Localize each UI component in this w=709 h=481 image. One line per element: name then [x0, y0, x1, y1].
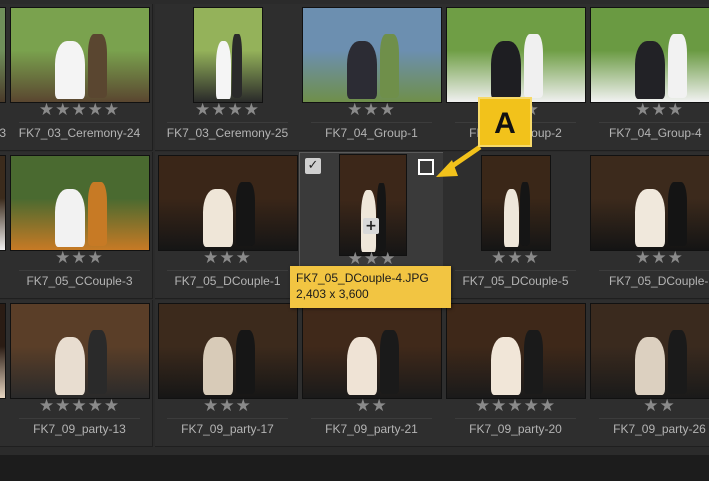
callout-arrow	[436, 144, 482, 177]
bottom-bar	[0, 455, 709, 481]
callout-label: A	[478, 97, 532, 147]
